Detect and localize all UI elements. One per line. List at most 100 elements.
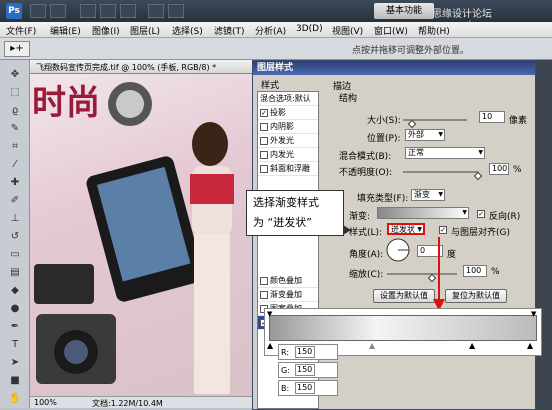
- dialog-title: 图层样式: [253, 61, 535, 75]
- style-gradient-overlay[interactable]: 渐变叠加: [258, 288, 318, 302]
- eyedropper-tool-icon[interactable]: ⁄: [7, 158, 23, 172]
- zoom-level[interactable]: 100%: [34, 398, 57, 407]
- color-b-row: B: 150: [278, 380, 338, 396]
- color-stop-icon[interactable]: ▲: [527, 341, 533, 350]
- checkbox-icon[interactable]: [260, 150, 268, 159]
- opacity-slider-thumb[interactable]: [473, 171, 483, 181]
- menu-image[interactable]: 图像(I): [92, 24, 120, 37]
- screen-mode-icon[interactable]: [168, 4, 184, 18]
- gradient-style-select[interactable]: 迸发状: [387, 223, 425, 235]
- menu-file[interactable]: 文件(F): [6, 24, 36, 37]
- color-stop-icon[interactable]: ▲: [369, 341, 375, 350]
- size-label: 大小(S):: [367, 116, 401, 126]
- quick-select-tool-icon[interactable]: ✎: [7, 122, 23, 136]
- dodge-tool-icon[interactable]: ●: [7, 302, 23, 316]
- hand-tool-icon[interactable]: [100, 4, 116, 18]
- checkbox-icon[interactable]: [260, 136, 268, 145]
- history-brush-tool-icon[interactable]: ↺: [7, 230, 23, 244]
- callout-line-2: 为 “迸发状”: [253, 216, 312, 229]
- menu-edit[interactable]: 编辑(E): [50, 24, 81, 37]
- checkbox-icon[interactable]: [260, 164, 268, 173]
- checkbox-icon[interactable]: ✓: [260, 108, 268, 117]
- eraser-tool-icon[interactable]: ▭: [7, 248, 23, 262]
- fill-type-select[interactable]: 渐变: [411, 189, 445, 201]
- document-tab[interactable]: 飞翔数码宣传页完成.tif @ 100% (手板, RGB/8) *: [30, 60, 252, 74]
- lasso-tool-icon[interactable]: ϱ: [7, 104, 23, 118]
- style-bevel-emboss[interactable]: 斜面和浮雕: [258, 162, 318, 176]
- checkbox-icon[interactable]: [260, 290, 268, 299]
- hand-tool-icon[interactable]: ✋: [7, 392, 23, 406]
- style-inner-glow[interactable]: 内发光: [258, 148, 318, 162]
- opacity-input[interactable]: 100: [489, 163, 509, 175]
- menu-bar: 文件(F) 编辑(E) 图像(I) 图层(L) 选择(S) 滤镜(T) 分析(A…: [0, 22, 552, 38]
- color-b-input[interactable]: 150: [295, 382, 315, 394]
- position-select[interactable]: 外部: [405, 129, 445, 141]
- style-drop-shadow[interactable]: ✓ 投影: [258, 106, 318, 120]
- healing-brush-tool-icon[interactable]: ✚: [7, 176, 23, 190]
- gradient-picker[interactable]: [377, 207, 469, 219]
- size-input[interactable]: 10: [479, 111, 505, 123]
- pen-tool-icon[interactable]: ✒: [7, 320, 23, 334]
- document-canvas[interactable]: 时尚: [30, 74, 252, 396]
- menu-filter[interactable]: 滤镜(T): [214, 24, 245, 37]
- checkbox-icon[interactable]: [260, 122, 268, 131]
- opacity-stop-icon[interactable]: ▼: [267, 310, 272, 318]
- blend-mode-select[interactable]: 正常: [405, 147, 485, 159]
- opacity-stop-icon[interactable]: ▼: [531, 310, 536, 318]
- color-g-input[interactable]: 150: [295, 364, 315, 376]
- workspace-button[interactable]: 基本功能: [374, 3, 434, 19]
- style-inner-shadow[interactable]: 内阴影: [258, 120, 318, 134]
- gradient-tool-icon[interactable]: ▤: [7, 266, 23, 280]
- tool-preset-picker[interactable]: ▸+: [4, 41, 30, 57]
- clone-stamp-tool-icon[interactable]: ⊥: [7, 212, 23, 226]
- menu-view[interactable]: 视图(V): [332, 24, 363, 37]
- scale-slider-track[interactable]: [387, 273, 457, 275]
- menu-layer[interactable]: 图层(L): [130, 24, 160, 37]
- move-tool-icon[interactable]: ✥: [7, 68, 23, 82]
- zoom-level-icon[interactable]: [80, 4, 96, 18]
- canvas-artwork: 时尚: [32, 82, 234, 394]
- color-stop-icon[interactable]: ▲: [267, 341, 273, 350]
- options-hint: 点按并拖移可调整外部位置。: [352, 46, 470, 56]
- color-r-input[interactable]: 150: [295, 346, 315, 358]
- size-slider-thumb[interactable]: [407, 119, 417, 129]
- instruction-callout: 选择渐变样式 为 “迸发状”: [246, 190, 351, 236]
- opacity-unit: %: [513, 165, 522, 175]
- type-tool-icon[interactable]: T: [7, 338, 23, 352]
- canvas-title-text: 时尚: [32, 83, 100, 123]
- document-info[interactable]: 文档:1.22M/10.4M: [92, 398, 163, 409]
- crop-tool-icon[interactable]: ⌗: [7, 140, 23, 154]
- checkbox-icon[interactable]: [260, 276, 268, 285]
- mini-bridge-icon[interactable]: [50, 4, 66, 18]
- blur-tool-icon[interactable]: ◆: [7, 284, 23, 298]
- scale-input[interactable]: 100: [463, 265, 487, 277]
- style-blending-options[interactable]: 混合选项:默认: [258, 92, 318, 106]
- menu-help[interactable]: 帮助(H): [418, 24, 450, 37]
- menu-select[interactable]: 选择(S): [172, 24, 203, 37]
- reverse-checkbox[interactable]: ✓: [477, 210, 485, 218]
- model-figure: [192, 122, 228, 166]
- brush-tool-icon[interactable]: ✐: [7, 194, 23, 208]
- document-tab-title: 飞翔数码宣传页完成.tif @ 100% (手板, RGB/8) *: [36, 63, 217, 72]
- angle-dial-icon[interactable]: [385, 237, 411, 263]
- rotate-view-icon[interactable]: [120, 4, 136, 18]
- menu-analysis[interactable]: 分析(A): [255, 24, 286, 37]
- align-with-layer-checkbox[interactable]: ✓: [439, 226, 447, 234]
- set-default-button[interactable]: 设置为默认值: [373, 289, 435, 303]
- menu-window[interactable]: 窗口(W): [374, 24, 408, 37]
- angle-label: 角度(A):: [349, 250, 384, 260]
- reverse-label: 反向(R): [489, 212, 521, 222]
- arrange-documents-icon[interactable]: [148, 4, 164, 18]
- style-color-overlay[interactable]: 颜色叠加: [258, 274, 318, 288]
- bridge-icon[interactable]: [30, 4, 46, 18]
- reset-default-button[interactable]: 复位为默认值: [445, 289, 507, 303]
- marquee-tool-icon[interactable]: ⬚: [7, 86, 23, 100]
- menu-3d[interactable]: 3D(D): [296, 24, 323, 34]
- gradient-bar[interactable]: [269, 315, 537, 341]
- opacity-slider-track[interactable]: [403, 171, 479, 173]
- path-selection-tool-icon[interactable]: ➤: [7, 356, 23, 370]
- color-stop-icon[interactable]: ▲: [469, 341, 475, 350]
- style-outer-glow[interactable]: 外发光: [258, 134, 318, 148]
- shape-tool-icon[interactable]: ■: [7, 374, 23, 388]
- gradient-label: 渐变:: [349, 212, 371, 222]
